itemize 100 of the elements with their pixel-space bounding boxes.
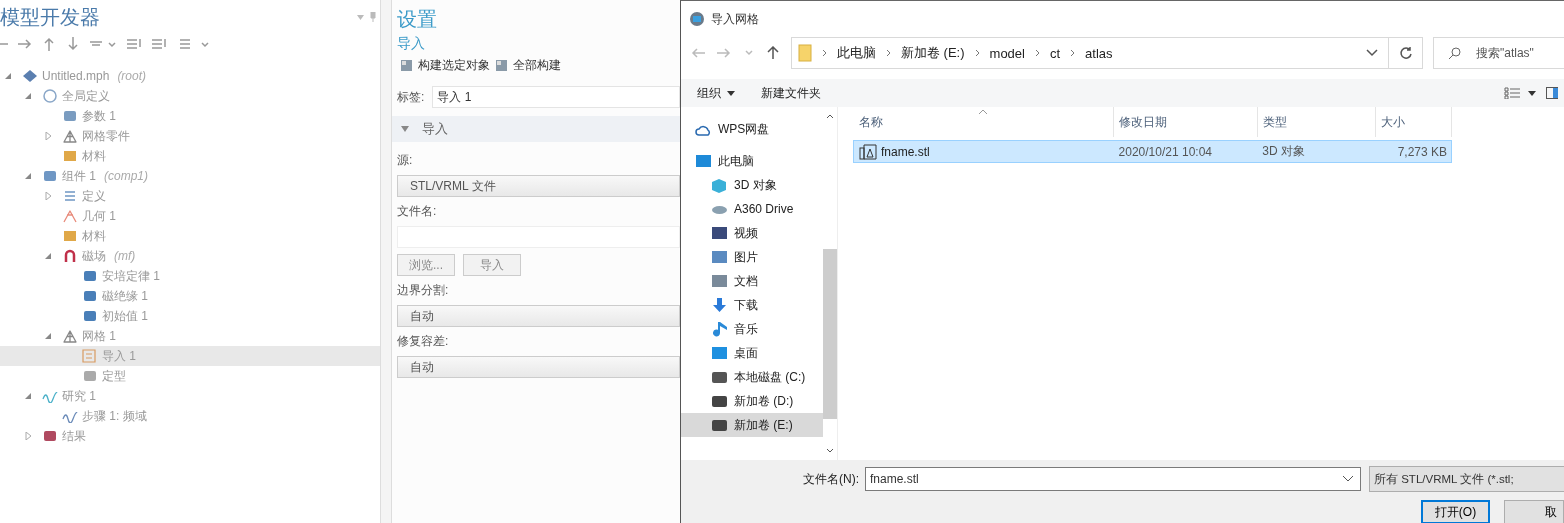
nav-item[interactable]: WPS网盘 [681,117,823,141]
chevron-icon [1035,49,1040,57]
cancel-button[interactable]: 取 [1504,500,1564,523]
tree-item-label: 几何 1 [82,207,116,225]
caret-icon[interactable] [357,14,364,20]
globe-node-icon [42,89,58,103]
app-icon [689,11,705,27]
study-node-icon [42,389,58,403]
section-header[interactable]: 导入 [392,116,680,142]
tree-item-label: 参数 1 [82,107,116,125]
chevron-icon [974,49,980,57]
tree-item-label: 全局定义 [62,87,110,105]
file-row[interactable]: fname.stl 2020/10/21 10:04 3D 对象 7,273 KB [854,141,1451,162]
tree-item-label: Untitled.mph [42,69,110,83]
organize-button[interactable]: 组织 [689,80,743,106]
mesh-node-icon [62,329,78,343]
dropdown-icon[interactable] [1342,475,1354,483]
nav-item[interactable]: 视频 [681,221,823,245]
tree-item-label: 网格零件 [82,127,130,145]
expand-icon[interactable] [44,192,52,200]
tree-item-label: 材料 [82,227,106,245]
cube-icon [711,177,728,193]
breadcrumb-item[interactable]: ct [1050,45,1061,61]
column-header[interactable]: 大小 [1376,107,1452,137]
file-type-filter[interactable]: 所有 STL/VRML 文件 (*.stl; [1369,466,1564,492]
dropdown-icon[interactable] [1366,49,1378,57]
preview-pane-icon[interactable] [1546,87,1558,99]
download-icon [711,297,728,313]
settings-subtitle: 导入 [397,35,426,53]
nav-item[interactable]: 图片 [681,245,823,269]
scrollbar-thumb[interactable] [823,249,837,419]
field-label: 边界分割: [397,282,450,299]
nav-item[interactable]: 此电脑 [681,149,823,173]
file-name: fname.stl [881,144,930,159]
sort-icon [978,109,988,115]
expand-icon[interactable] [44,132,52,140]
nav-item[interactable]: 3D 对象 [681,173,823,197]
field-label: 文件名(N): [803,470,859,488]
collapse-icon[interactable] [24,92,32,100]
nav-item[interactable]: A360 Drive [681,197,823,221]
tree-item-label: 研究 1 [62,387,96,405]
open-button[interactable]: 打开(O) [1421,500,1490,523]
caret-icon [727,90,735,96]
tree-item-label: 定义 [82,187,106,205]
collapse-icon[interactable] [4,72,12,80]
tree-item-label: 导入 1 [102,347,136,365]
scroll-down-icon[interactable] [826,448,834,454]
definitions-node-icon [62,189,78,203]
breadcrumb-item[interactable]: 新加卷 (E:) [901,44,965,62]
column-header[interactable]: 修改日期 [1114,107,1258,137]
nav-arrows-drawing[interactable] [691,46,781,60]
refresh-button[interactable] [1389,37,1423,69]
field-label: 修复容差: [397,333,450,350]
tree-item-label: 步骤 1: 频域 [82,407,147,425]
filename-field[interactable] [397,226,680,248]
folder-icon [798,44,812,62]
source-dropdown[interactable]: STL/VRML 文件 [397,175,680,197]
pin-icon[interactable] [370,12,376,22]
build-button[interactable]: 构建选定对象 [401,57,490,74]
chevron-icon [886,49,891,57]
geometry-node-icon [62,209,78,223]
step-node-icon [62,409,78,423]
filename-value: fname.stl [870,472,919,486]
expand-icon[interactable] [24,432,32,440]
collapse-icon[interactable] [24,172,32,180]
nav-item[interactable]: 音乐 [681,317,823,341]
nav-item[interactable]: 桌面 [681,341,823,365]
column-header[interactable]: 名称 [854,107,1114,137]
filename-combo[interactable]: fname.stl [865,467,1361,491]
tree-item-label: 安培定律 1 [102,267,160,285]
nav-item[interactable]: 本地磁盘 (C:) [681,365,823,389]
partition-dropdown[interactable]: 自动 [397,305,680,327]
breadcrumb-item[interactable]: model [989,45,1025,61]
label-field[interactable]: 导入 1 [432,86,680,108]
collapse-icon[interactable] [44,252,52,260]
tree-item-label: 材料 [82,147,106,165]
column-header[interactable]: 类型 [1258,107,1376,137]
breadcrumb-item[interactable]: atlas [1085,45,1113,61]
nav-item[interactable]: 文档 [681,269,823,293]
tree-item-tag: (mf) [114,249,136,263]
build-icon [496,60,507,71]
address-bar[interactable]: 此电脑 新加卷 (E:) model ct atlas [791,37,1389,69]
nav-item[interactable]: 新加卷 (E:) [681,413,823,437]
view-options-icon[interactable] [1504,87,1536,99]
new-folder-button[interactable]: 新建文件夹 [753,80,829,106]
breadcrumb-item[interactable]: 此电脑 [837,44,876,62]
tolerance-dropdown[interactable]: 自动 [397,356,680,378]
scroll-up-icon[interactable] [826,113,834,119]
collapse-icon[interactable] [44,332,52,340]
file-type: 3D 对象 [1261,143,1306,160]
settings-title: 设置 [397,7,438,32]
collapse-icon[interactable] [24,392,32,400]
field-label: 文件名: [397,203,438,220]
field-label: 源: [397,152,414,169]
tree-item-label: 网格 1 [82,327,116,345]
search-field[interactable]: 搜索"atlas" [1433,37,1564,69]
build-button[interactable]: 全部构建 [496,57,561,74]
nav-item[interactable]: 下载 [681,293,823,317]
nav-item[interactable]: 新加卷 (D:) [681,389,823,413]
toolbar-icons-drawing[interactable] [0,37,210,51]
